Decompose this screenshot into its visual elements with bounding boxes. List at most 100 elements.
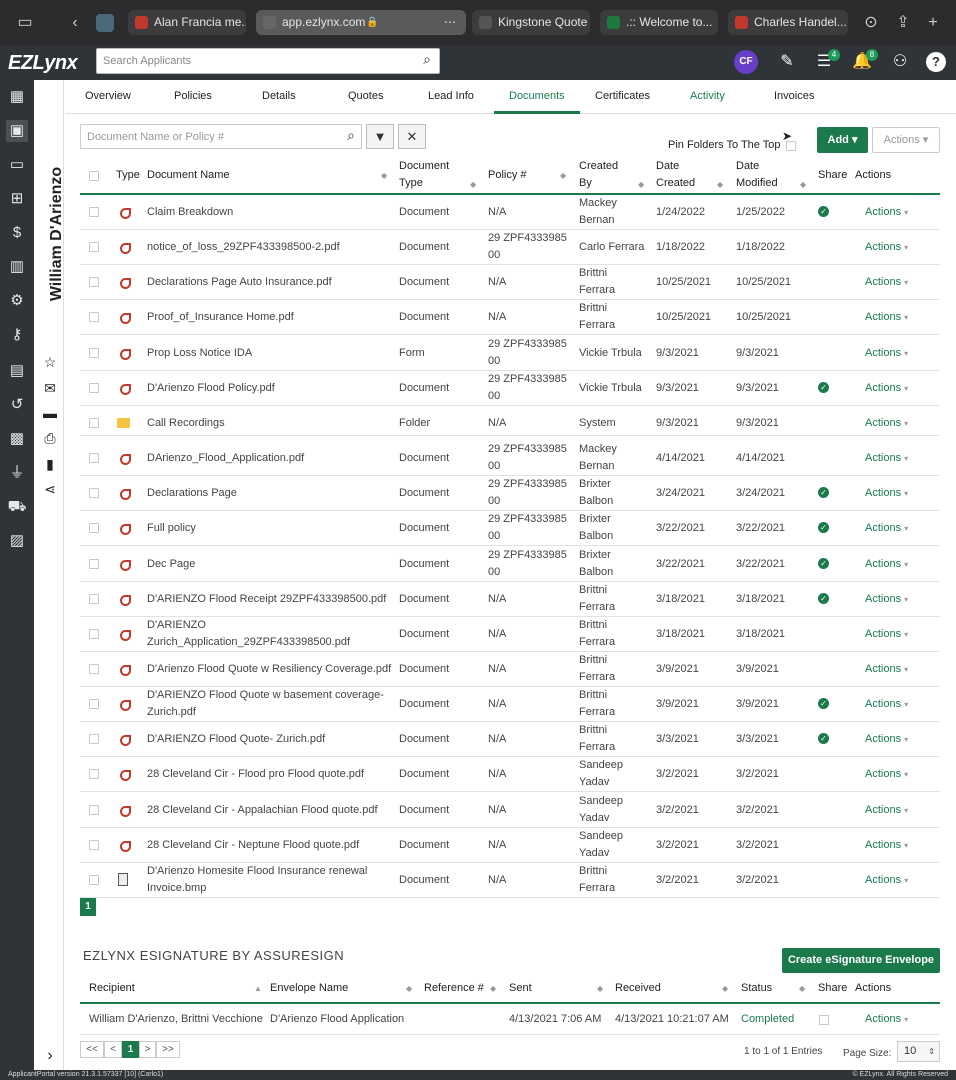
tab-documents[interactable]: Documents — [509, 90, 565, 102]
next-page-button[interactable]: > — [139, 1041, 156, 1058]
col-received[interactable]: Received — [615, 980, 661, 997]
briefcase-icon[interactable]: ▩ — [6, 428, 28, 450]
row-actions-dropdown[interactable]: Actions ▾ — [865, 661, 908, 678]
sort-icon[interactable]: ◆ — [638, 180, 644, 189]
row-checkbox[interactable] — [89, 383, 99, 393]
print-icon[interactable]: ⎙ — [40, 428, 60, 448]
row-checkbox[interactable] — [89, 277, 99, 287]
row-checkbox[interactable] — [89, 664, 99, 674]
row-actions-dropdown[interactable]: Actions ▾ — [865, 556, 908, 573]
sort-icon[interactable]: ◆ — [722, 984, 728, 993]
sort-icon[interactable]: ◆ — [717, 180, 723, 189]
document-name[interactable]: D'Arienzo Flood Quote w Resiliency Cover… — [147, 661, 391, 678]
downloads-icon[interactable]: ⊙ — [860, 12, 882, 34]
more-icon[interactable]: ⋯ — [444, 10, 456, 35]
document-name[interactable]: notice_of_loss_29ZPF433398500-2.pdf — [147, 239, 340, 256]
tab-lead-info[interactable]: Lead Info — [428, 90, 474, 102]
star-icon[interactable]: ☆ — [40, 352, 60, 372]
browser-tab-active[interactable]: app.ezlynx.com 🔒 ⋯ — [256, 10, 466, 35]
tab-details[interactable]: Details — [262, 90, 296, 102]
sort-icon[interactable]: ◆ — [381, 171, 387, 180]
key-icon[interactable]: ⚷ — [6, 324, 28, 346]
row-checkbox[interactable] — [89, 594, 99, 604]
sort-icon[interactable]: ◆ — [800, 180, 806, 189]
row-checkbox[interactable] — [89, 418, 99, 428]
browser-tab[interactable]: Charles Handel... — [728, 10, 848, 35]
applicant-search-input[interactable]: Search Applicants ⌕ — [96, 48, 440, 74]
document-name[interactable]: 28 Cleveland Cir - Neptune Flood quote.p… — [147, 837, 359, 854]
document-name[interactable]: DArienzo_Flood_Application.pdf — [147, 450, 304, 467]
row-checkbox[interactable] — [89, 523, 99, 533]
row-checkbox[interactable] — [89, 488, 99, 498]
document-name[interactable]: Declarations Page — [147, 485, 237, 502]
row-checkbox[interactable] — [89, 840, 99, 850]
row-actions-dropdown[interactable]: Actions ▾ — [865, 520, 908, 537]
row-actions-dropdown[interactable]: Actions ▾ — [865, 485, 908, 502]
last-page-button[interactable]: >> — [156, 1041, 180, 1058]
select-all-checkbox[interactable] — [89, 171, 99, 181]
row-checkbox[interactable] — [89, 348, 99, 358]
search-icon[interactable]: ⌕ — [347, 127, 355, 144]
tab-group-icon[interactable] — [96, 14, 114, 32]
document-name[interactable]: Declarations Page Auto Insurance.pdf — [147, 274, 332, 291]
dollar-icon[interactable]: $ — [6, 222, 28, 244]
row-checkbox[interactable] — [89, 312, 99, 322]
filter-button[interactable]: ▼ — [366, 124, 394, 149]
row-actions-dropdown[interactable]: Actions ▾ — [865, 837, 908, 854]
document-name[interactable]: Proof_of_Insurance Home.pdf — [147, 309, 294, 326]
col-reference[interactable]: Reference # — [424, 980, 484, 997]
row-actions-dropdown[interactable]: Actions ▾ — [865, 450, 908, 467]
envelope-name[interactable]: D'Arienzo Flood Application — [270, 1011, 404, 1028]
col-sent[interactable]: Sent — [509, 980, 532, 997]
col-date-modified[interactable]: Date Modified — [736, 158, 778, 192]
add-button[interactable]: Add ▾ — [817, 127, 868, 153]
tab-policies[interactable]: Policies — [174, 90, 212, 102]
row-actions-dropdown[interactable]: Actions ▾ — [865, 1011, 908, 1028]
browser-tab[interactable]: Alan Francia me... — [128, 10, 246, 35]
col-status[interactable]: Status — [741, 980, 772, 997]
sidebar-toggle-icon[interactable]: ▭ — [14, 12, 36, 34]
search-icon[interactable]: ⌕ — [423, 51, 431, 68]
gift-icon[interactable]: ▨ — [6, 530, 28, 552]
row-actions-dropdown[interactable]: Actions ▾ — [865, 802, 908, 819]
document-name[interactable]: D'ARIENZO Flood Quote w basement coverag… — [147, 687, 384, 721]
document-name[interactable]: D'Arienzo Homesite Flood Insurance renew… — [147, 863, 367, 897]
browser-tab[interactable]: Kingstone Quote — [472, 10, 590, 35]
row-checkbox[interactable] — [89, 805, 99, 815]
row-actions-dropdown[interactable]: Actions ▾ — [865, 204, 908, 221]
sort-icon[interactable]: ◆ — [597, 984, 603, 993]
row-actions-dropdown[interactable]: Actions ▾ — [865, 309, 908, 326]
sort-icon[interactable]: ◆ — [490, 984, 496, 993]
tab-overview[interactable]: Overview — [85, 90, 131, 102]
folder-icon[interactable]: ▭ — [6, 154, 28, 176]
pagination-page-1[interactable]: 1 — [80, 898, 96, 916]
document-name[interactable]: D'ARIENZO Zurich_Application_29ZPF4333985… — [147, 617, 350, 651]
row-actions-dropdown[interactable]: Actions ▾ — [865, 274, 908, 291]
row-actions-dropdown[interactable]: Actions ▾ — [865, 872, 908, 889]
undo-icon[interactable]: ↺ — [6, 394, 28, 416]
back-icon[interactable]: ‹ — [64, 12, 86, 34]
applicant-card-icon[interactable]: ▣ — [6, 120, 28, 142]
document-name[interactable]: 28 Cleveland Cir - Flood pro Flood quote… — [147, 766, 364, 783]
row-checkbox[interactable] — [89, 769, 99, 779]
page-size-select[interactable]: 10 ⇕ — [897, 1041, 940, 1062]
document-name[interactable]: D'Arienzo Flood Policy.pdf — [147, 380, 275, 397]
row-checkbox[interactable] — [89, 699, 99, 709]
tab-certificates[interactable]: Certificates — [595, 90, 650, 102]
tab-invoices[interactable]: Invoices — [774, 90, 814, 102]
row-checkbox[interactable] — [89, 242, 99, 252]
mail-icon[interactable]: ✉ — [40, 378, 60, 398]
document-name[interactable]: D'ARIENZO Flood Receipt 29ZPF433398500.p… — [147, 591, 386, 608]
document-name[interactable]: D'ARIENZO Flood Quote- Zurich.pdf — [147, 731, 325, 748]
share-icon[interactable]: ⇪ — [892, 12, 914, 34]
first-page-button[interactable]: << — [80, 1041, 104, 1058]
org-chart-icon[interactable]: ⊞ — [6, 188, 28, 210]
row-actions-dropdown[interactable]: Actions ▾ — [865, 766, 908, 783]
document-search-input[interactable]: Document Name or Policy # ⌕ — [80, 124, 362, 149]
prev-page-button[interactable]: < — [104, 1041, 122, 1058]
share-checkbox[interactable] — [819, 1015, 829, 1025]
sort-asc-icon[interactable]: ▲ — [254, 984, 262, 993]
create-esignature-envelope-button[interactable]: Create eSignature Envelope — [782, 948, 940, 973]
invoice-icon[interactable]: ▮ — [40, 454, 60, 474]
sort-icon[interactable]: ◆ — [406, 984, 412, 993]
